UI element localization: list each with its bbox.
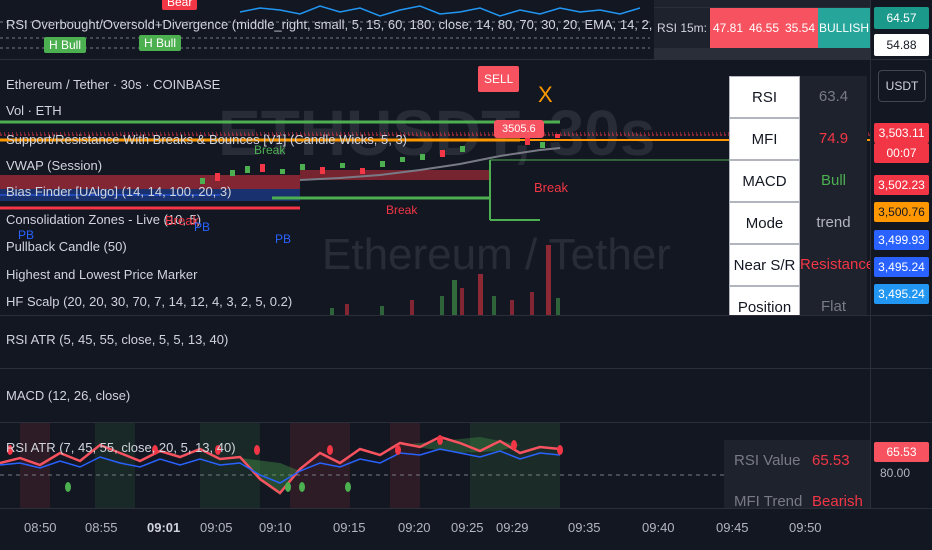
pb-label: PB: [194, 220, 211, 234]
legend-hf-scalp[interactable]: HF Scalp (20, 20, 30, 70, 7, 14, 12, 4, …: [6, 293, 292, 311]
sell-signal-label: SELL: [478, 66, 520, 92]
time-label: 09:15: [333, 520, 366, 535]
legend-volume[interactable]: Vol · ETH: [6, 102, 62, 120]
mtf-rsi-table: RSI 15m: 47.81 46.55 35.54 BULLISH: [654, 0, 870, 59]
break-label: Break: [386, 203, 418, 217]
currency-selector[interactable]: USDT: [878, 70, 926, 102]
rsi-current-tag: 64.57: [874, 7, 929, 29]
last-price-tag: 3,503.11: [874, 123, 929, 143]
time-label: 08:55: [85, 520, 118, 535]
h-bull-badge: H Bull: [139, 35, 182, 51]
level-label: 80.00: [880, 466, 911, 480]
mtf-value: 35.54: [782, 8, 818, 48]
mtf-value: 47.81: [710, 8, 746, 48]
signal-label: MACD: [729, 160, 800, 202]
mtf-row-label: RSI 15m:: [654, 8, 710, 48]
bear-badge: Bear: [162, 0, 198, 10]
legend-support-resistance[interactable]: Support/Resistance With Breaks & Bounces…: [6, 131, 407, 149]
rsi-value: 65.53: [812, 452, 850, 469]
pb-label: PB: [275, 232, 292, 246]
mtf-value: 46.55: [746, 8, 782, 48]
x-marker: X: [538, 82, 553, 107]
signal-label: Position: [729, 286, 800, 315]
signal-value: Resistance: [800, 244, 870, 286]
signal-value: 74.9: [800, 118, 867, 160]
rsi-atr2-pane-title[interactable]: RSI ATR (7, 45, 55, close, 20, 5, 13, 40…: [6, 440, 236, 455]
price-bubble: 3505.6: [494, 120, 544, 138]
price-tag: 3,499.93: [874, 230, 929, 250]
rsi-atr-pane-title[interactable]: RSI ATR (5, 45, 55, close, 5, 5, 13, 40): [6, 332, 228, 347]
time-label: 09:20: [398, 520, 431, 535]
break-label: Break: [254, 143, 286, 157]
rsi-value-table: RSI Value 65.53 MFI Trend Bearish: [724, 440, 870, 510]
pane-separator[interactable]: [0, 368, 932, 369]
volume-bars: [330, 245, 560, 315]
time-label: 09:45: [716, 520, 749, 535]
signal-value: Bull: [800, 160, 867, 202]
time-label: 09:25: [451, 520, 484, 535]
signal-label: Near S/R: [729, 244, 800, 286]
rsi-level-tag: 54.88: [874, 34, 929, 56]
signal-value: 63.4: [800, 76, 867, 118]
rsi-atr-current-tag: 65.53: [874, 442, 929, 462]
legend-vwap[interactable]: VWAP (Session): [6, 157, 102, 175]
time-label: 08:50: [24, 520, 57, 535]
h-bull-badge: H Bull: [44, 37, 87, 53]
time-label: 09:01: [147, 520, 181, 535]
pb-label: PB: [18, 228, 35, 242]
time-label: 09:50: [789, 520, 822, 535]
time-label: 09:40: [642, 520, 675, 535]
price-tag: 3,500.76: [874, 202, 929, 222]
symbol-title[interactable]: Ethereum / Tether · 30s · COINBASE: [6, 76, 220, 94]
main-price-pane[interactable]: ETHUSDT, 30s Ethereum / Tether Ethereum …: [0, 60, 870, 315]
rsi-value-label: RSI Value: [734, 452, 801, 469]
mtf-status: BULLISH: [818, 8, 870, 48]
signal-value: trend: [800, 202, 867, 244]
time-label: 09:29: [496, 520, 529, 535]
price-tag: 3,495.24: [874, 257, 929, 277]
break-label: Break: [534, 180, 568, 195]
signal-label: Mode: [729, 202, 800, 244]
legend-bias-finder[interactable]: Bias Finder [UAlgo] (14, 14, 100, 20, 3): [6, 183, 231, 201]
time-label: 09:35: [568, 520, 601, 535]
signal-value: Flat: [800, 286, 867, 315]
signal-label: RSI: [729, 76, 800, 118]
signal-label: MFI: [729, 118, 800, 160]
rsi-divergence-pane: RSI Overbought/Oversold+Divergence (midd…: [0, 0, 932, 60]
pane-separator[interactable]: [0, 315, 932, 316]
countdown-tag: 00:07: [874, 143, 929, 163]
price-tag: 3,502.23: [874, 175, 929, 195]
price-tag: 3,495.24: [874, 284, 929, 304]
time-label: 09:10: [259, 520, 292, 535]
time-label: 09:05: [200, 520, 233, 535]
macd-pane-title[interactable]: MACD (12, 26, close): [6, 388, 130, 403]
legend-high-low-marker[interactable]: Highest and Lowest Price Marker: [6, 266, 197, 284]
